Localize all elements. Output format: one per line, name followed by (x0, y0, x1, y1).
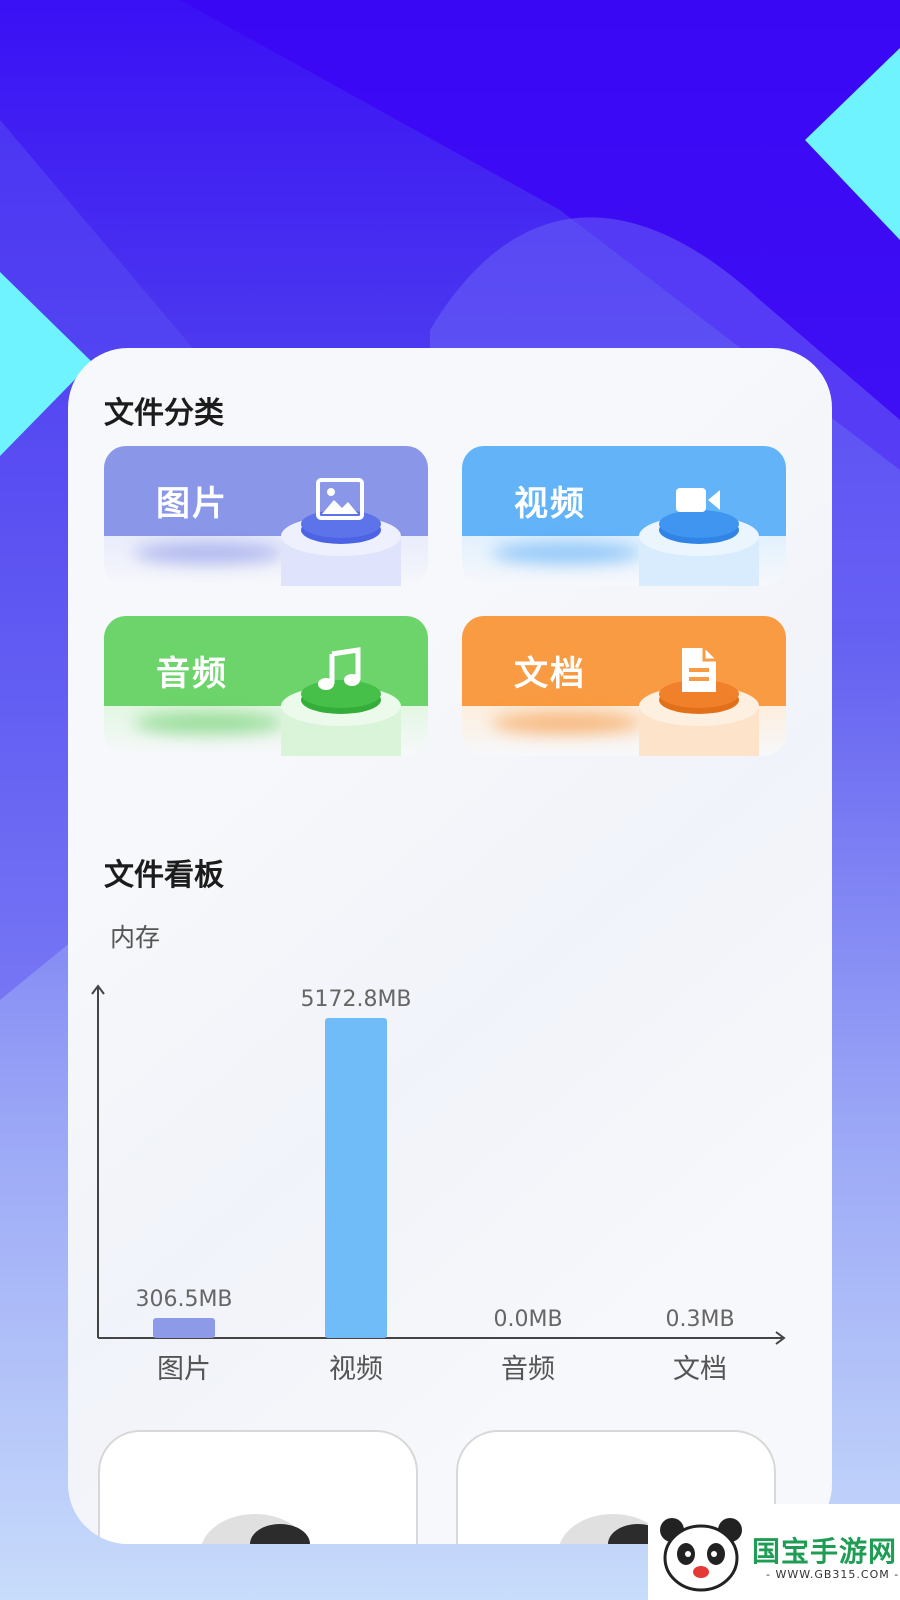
x-tick-label: 视频 (329, 1354, 383, 1385)
y-axis-label: 内存 (110, 923, 160, 952)
panda-logo-icon (660, 1518, 742, 1592)
bars-group: 306.5MB 图片 5172.8MB 视频 0.0MB 音频 0.3MB 文档 (135, 987, 734, 1385)
bar-2 (325, 1018, 387, 1338)
bar-value-label: 5172.8MB (300, 987, 411, 1012)
bar-1 (153, 1318, 215, 1338)
main-card: 文件分类 图片 视频 音频 文档 文件看板 内存 306.5MB 图片 5172… (68, 348, 832, 1544)
storage-bar-chart: 内存 306.5MB 图片 5172.8MB 视频 0.0MB 音频 0.3MB 文档 (91, 923, 786, 1385)
x-tick-label: 音频 (501, 1354, 555, 1385)
bar-value-label: 0.0MB (493, 1307, 562, 1332)
watermark: 国宝手游网 - WWW.GB315.COM - (648, 1504, 900, 1600)
bar-value-label: 0.3MB (665, 1307, 734, 1332)
bar-value-label: 306.5MB (135, 1287, 232, 1312)
watermark-subtext: - WWW.GB315.COM - (766, 1568, 900, 1581)
watermark-text: 国宝手游网 (752, 1535, 898, 1568)
x-tick-label: 图片 (157, 1354, 211, 1385)
x-tick-label: 文档 (673, 1354, 727, 1385)
bottom-card-left[interactable] (98, 1430, 418, 1544)
